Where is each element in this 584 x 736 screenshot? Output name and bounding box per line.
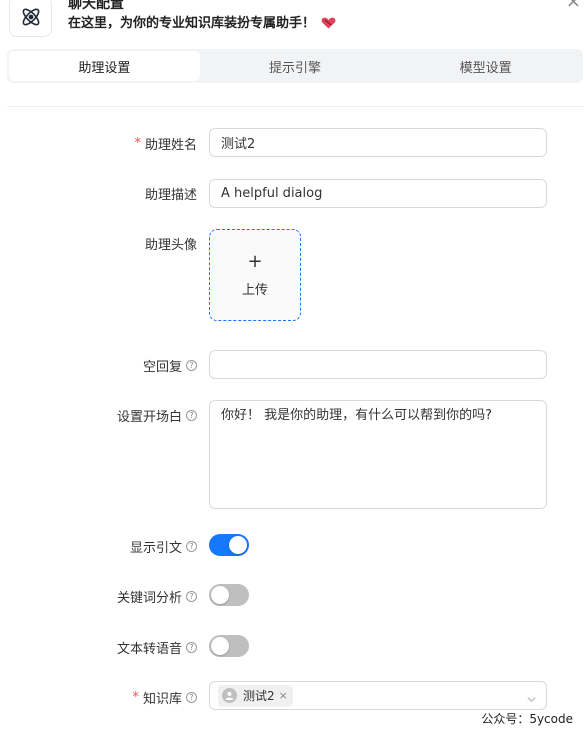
name-label: * 助理姓名 <box>134 134 197 153</box>
heart-icon <box>321 17 336 35</box>
keyword-analysis-label-text: 关键词分析 <box>116 591 182 606</box>
dialog-title: 聊天配置 <box>68 0 124 12</box>
plus-icon: + <box>247 250 263 272</box>
watermark: 公众号：5ycode <box>481 712 573 726</box>
knowledge-base-label: * 知识库 ? <box>132 688 197 707</box>
tab-assistant-settings[interactable]: 助理设置 <box>9 51 200 81</box>
header-divider <box>7 106 583 107</box>
knowledge-base-label-text: 知识库 <box>142 692 182 707</box>
assistant-description-value: A helpful dialog <box>221 186 323 201</box>
tag-label: 测试2 <box>243 689 275 703</box>
empty-reply-label: 空回复 ? <box>143 356 197 375</box>
atom-icon <box>22 8 39 25</box>
opener-label: 设置开场白 ? <box>117 406 197 425</box>
avatar-upload-button[interactable]: + 上传 <box>209 229 301 321</box>
empty-reply-input[interactable] <box>209 350 547 379</box>
opener-label-text: 设置开场白 <box>116 410 182 425</box>
tab-prompt-engine[interactable]: 提示引擎 <box>200 51 391 81</box>
close-icon[interactable]: × <box>566 0 581 12</box>
dialog-header: 聊天配置 在这里，为你的专业知识库装扮专属助手！ × <box>0 0 584 42</box>
keyword-analysis-label: 关键词分析 ? <box>117 587 197 606</box>
help-icon[interactable]: ? <box>186 642 197 653</box>
help-icon[interactable]: ? <box>186 692 197 703</box>
description-label: 助理描述 <box>145 184 197 203</box>
required-mark: * <box>134 136 141 151</box>
toggle-knob <box>211 637 229 655</box>
empty-reply-label-text: 空回复 <box>142 360 182 375</box>
subtitle-text: 在这里，为你的专业知识库装扮专属助手！ <box>68 16 316 31</box>
settings-tabs: 助理设置 提示引擎 模型设置 <box>7 49 583 83</box>
name-label-text: 助理姓名 <box>144 138 197 153</box>
help-icon[interactable]: ? <box>186 410 197 421</box>
upload-label: 上传 <box>241 282 268 298</box>
avatar-label: 助理头像 <box>145 234 197 253</box>
tag-close-icon[interactable]: × <box>279 689 288 702</box>
tts-toggle[interactable] <box>209 635 249 657</box>
user-avatar-icon <box>222 688 237 703</box>
help-icon[interactable]: ? <box>186 360 197 371</box>
keyword-analysis-toggle[interactable] <box>209 584 249 606</box>
toggle-knob <box>211 586 229 604</box>
help-icon[interactable]: ? <box>186 541 197 552</box>
tab-model-settings[interactable]: 模型设置 <box>390 51 581 81</box>
chevron-down-icon[interactable] <box>526 690 537 709</box>
toggle-knob <box>229 536 247 554</box>
help-icon[interactable]: ? <box>186 591 197 602</box>
opener-value: 你好！ 我是你的助理，有什么可以帮到你的吗? <box>221 408 493 423</box>
app-logo <box>9 0 52 37</box>
knowledge-base-tag: 测试2 × <box>218 684 293 707</box>
tts-label-text: 文本转语音 <box>116 642 182 657</box>
avatar-label-text: 助理头像 <box>144 238 197 253</box>
required-mark: * <box>132 690 139 705</box>
description-label-text: 助理描述 <box>144 188 197 203</box>
assistant-name-input[interactable]: 测试2 <box>209 128 547 157</box>
assistant-name-value: 测试2 <box>221 137 256 152</box>
dialog-subtitle: 在这里，为你的专业知识库装扮专属助手！ <box>68 15 336 35</box>
show-quote-label: 显示引文 ? <box>130 537 197 556</box>
show-quote-label-text: 显示引文 <box>129 541 182 556</box>
knowledge-base-select[interactable]: 测试2 × <box>209 681 547 710</box>
show-quote-toggle[interactable] <box>209 534 249 556</box>
opener-textarea[interactable]: 你好！ 我是你的助理，有什么可以帮到你的吗? <box>209 400 547 509</box>
tts-label: 文本转语音 ? <box>117 638 197 657</box>
assistant-description-input[interactable]: A helpful dialog <box>209 179 547 208</box>
